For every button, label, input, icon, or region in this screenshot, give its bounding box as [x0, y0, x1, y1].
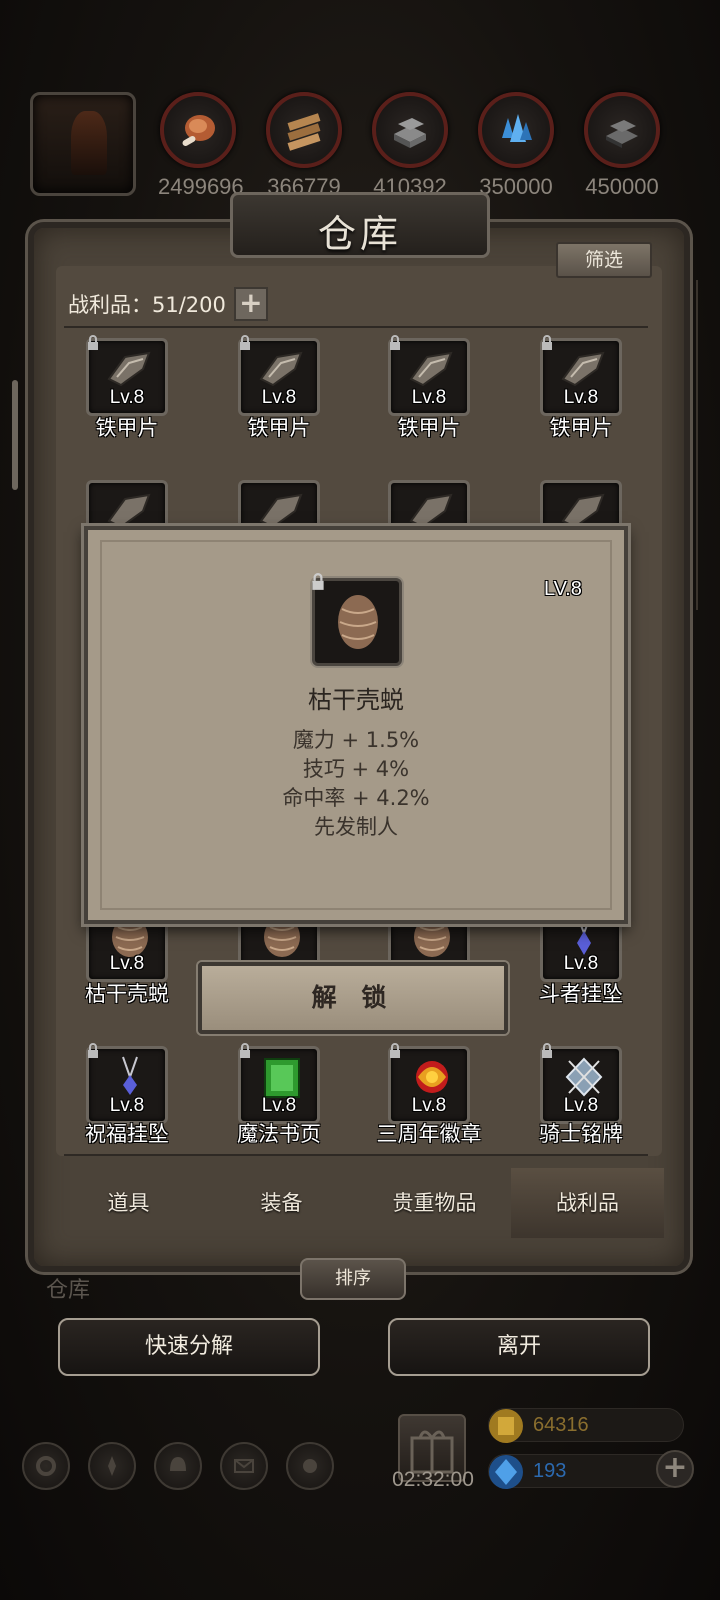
modal-item-slot: [312, 573, 402, 666]
side-scrollbar[interactable]: [12, 380, 18, 490]
stat-line: 魔力 + 1.5%: [292, 728, 420, 752]
shell-icon: [338, 595, 378, 649]
lock-icon: [240, 1043, 250, 1058]
divider: [64, 326, 648, 328]
item-level: Lv.8: [261, 387, 297, 408]
stat-line: 技巧 + 4%: [302, 757, 410, 781]
player-avatar[interactable]: [30, 92, 136, 196]
resource-crystal-frame: [478, 92, 554, 168]
item-slot[interactable]: Lv.8: [540, 1043, 622, 1124]
stat-line: 先发制人: [314, 815, 398, 839]
item-name: 斗者挂坠: [539, 982, 623, 1006]
item-name: 枯干壳蜕: [85, 982, 169, 1006]
gem-amount: 193: [533, 1460, 567, 1482]
iron-ingot-icon: [394, 118, 426, 148]
gift-timer: 02:32:00: [392, 1468, 474, 1491]
item-slot[interactable]: Lv.8: [86, 335, 168, 416]
quick-decompose-button[interactable]: 快速分解: [58, 1318, 320, 1376]
item-level: Lv.8: [109, 1095, 145, 1116]
tab-valuables[interactable]: 贵重物品: [358, 1168, 511, 1238]
gear-icon[interactable]: [22, 1442, 70, 1490]
panel-title-frame: 仓库: [230, 192, 490, 258]
item-name: 铁甲片: [247, 416, 311, 440]
crystal-icon: [502, 114, 532, 142]
item-name: 骑士铭牌: [539, 1122, 623, 1146]
side-tab-strip: [696, 280, 714, 610]
lock-icon: [390, 1043, 400, 1058]
resource-meat-frame: [160, 92, 236, 168]
item-level: Lv.8: [563, 387, 599, 408]
modal-item-level: LV.8: [544, 578, 582, 600]
item-name: 铁甲片: [549, 416, 613, 440]
tab-items[interactable]: 道具: [52, 1168, 205, 1238]
resource-iron[interactable]: 410392: [370, 92, 450, 200]
unlock-button[interactable]: 解 锁: [198, 962, 508, 1034]
loot-count-row: 战利品：51/200 +: [68, 286, 268, 322]
item-level: Lv.8: [109, 387, 145, 408]
resource-meat-value: 2499696: [158, 174, 244, 199]
gold-coin-icon: [489, 1409, 523, 1443]
filter-button[interactable]: 筛选: [556, 242, 652, 278]
add-currency-button[interactable]: +: [656, 1450, 694, 1488]
item-slot[interactable]: Lv.8: [540, 335, 622, 416]
helmet-icon[interactable]: [154, 1442, 202, 1490]
gem-currency: 193: [488, 1454, 684, 1489]
modal-item-name: 枯干壳蜕: [308, 686, 404, 714]
item-name: 魔法书页: [237, 1122, 321, 1146]
item-level: Lv.8: [261, 1095, 297, 1116]
resource-steel-frame: [584, 92, 660, 168]
compass-icon[interactable]: [88, 1442, 136, 1490]
item-slot[interactable]: Lv.8: [388, 1043, 470, 1124]
resource-meat[interactable]: 2499696: [158, 92, 244, 200]
item-name: 铁甲片: [95, 416, 159, 440]
modal-item-stats: 魔力 + 1.5% 技巧 + 4% 命中率 + 4.2% 先发制人: [88, 726, 624, 842]
resource-steel-value: 450000: [585, 174, 659, 199]
resource-wood-frame: [266, 92, 342, 168]
item-slot[interactable]: Lv.8: [238, 335, 320, 416]
item-level: Lv.8: [411, 1095, 447, 1116]
lock-icon: [88, 335, 98, 350]
tab-equipment[interactable]: 装备: [205, 1168, 358, 1238]
lock-icon: [88, 1043, 98, 1058]
guild-icon[interactable]: [286, 1442, 334, 1490]
item-level: Lv.8: [563, 1095, 599, 1116]
item-level: Lv.8: [109, 953, 145, 974]
category-tabs: 道具 装备 贵重物品 战利品: [52, 1168, 664, 1238]
lock-icon: [312, 573, 324, 590]
mail-icon[interactable]: [220, 1442, 268, 1490]
item-name: 祝福挂坠: [85, 1122, 169, 1146]
stat-line: 命中率 + 4.2%: [282, 786, 430, 810]
hooded-figure-icon: [71, 111, 107, 175]
expand-capacity-button[interactable]: +: [233, 287, 268, 321]
lock-icon: [240, 335, 250, 350]
meat-icon: [182, 115, 215, 146]
resource-iron-frame: [372, 92, 448, 168]
tab-loot[interactable]: 战利品: [511, 1168, 664, 1238]
blue-gem-icon: [489, 1455, 523, 1489]
lock-icon: [542, 1043, 552, 1058]
item-detail-modal: LV.8 枯干壳蜕 魔力 + 1.5% 技巧 + 4% 命中率 + 4.2% 先…: [84, 526, 628, 924]
gold-currency: 64316: [488, 1408, 684, 1443]
wood-planks-icon: [287, 113, 321, 151]
item-slot[interactable]: Lv.8: [388, 335, 470, 416]
resource-crystal[interactable]: 350000: [476, 92, 556, 200]
resource-wood[interactable]: 366779: [264, 92, 344, 200]
resource-steel[interactable]: 450000: [582, 92, 662, 200]
item-slot[interactable]: Lv.8: [86, 1043, 168, 1124]
lock-icon: [390, 335, 400, 350]
lock-icon: [542, 335, 552, 350]
item-level: Lv.8: [563, 953, 599, 974]
item-name: 三周年徽章: [376, 1122, 482, 1146]
item-slot[interactable]: Lv.8: [238, 1043, 320, 1124]
background-warehouse-label: 仓库: [46, 1278, 91, 1303]
loot-count-label: 战利品：51/200: [68, 293, 226, 317]
gold-amount: 64316: [533, 1414, 589, 1436]
item-level: Lv.8: [411, 387, 447, 408]
item-name: 铁甲片: [397, 416, 461, 440]
steel-ingot-icon: [606, 120, 638, 148]
leave-button[interactable]: 离开: [388, 1318, 650, 1376]
divider: [64, 1154, 648, 1156]
panel-title: 仓库: [317, 212, 402, 256]
sort-button[interactable]: 排序: [300, 1258, 406, 1300]
